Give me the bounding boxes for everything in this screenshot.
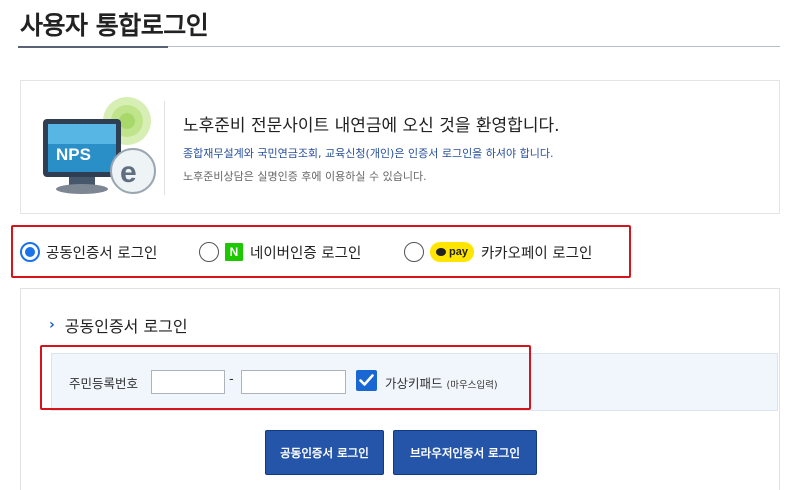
radio-button[interactable] xyxy=(404,242,424,262)
radio-button-checked[interactable] xyxy=(20,242,40,262)
welcome-notice: 종합재무설계와 국민연금조회, 교육신청(개인)은 인증서 로그인을 하셔야 합… xyxy=(183,147,554,160)
page-title: 사용자 통합로그인 xyxy=(20,11,209,40)
speech-bubble-icon xyxy=(436,248,446,256)
nps-logo-text: NPS xyxy=(56,145,91,164)
welcome-divider xyxy=(164,101,165,195)
section-title: 공동인증서 로그인 xyxy=(64,317,188,336)
welcome-box: NPS e 노후준비 전문사이트 내연금에 오신 것을 환영합니다. 종합재무설… xyxy=(20,80,780,214)
radio-cert-label: 공동인증서 로그인 xyxy=(46,245,158,262)
radio-naver-login[interactable]: N 네이버인증 로그인 xyxy=(199,241,361,263)
chevron-right-icon: › xyxy=(49,317,55,333)
cert-login-button[interactable]: 공동인증서 로그인 xyxy=(265,430,384,475)
kakao-pay-text: pay xyxy=(449,246,468,258)
radio-kakao-label: 카카오페이 로그인 xyxy=(480,245,593,262)
rrn-highlight-frame xyxy=(40,345,531,410)
login-method-selector: 공동인증서 로그인 N 네이버인증 로그인 pay 카카오페이 로그인 xyxy=(11,225,631,278)
nps-monitor-logo-icon: NPS e xyxy=(43,97,156,194)
radio-naver-label: 네이버인증 로그인 xyxy=(250,245,362,262)
title-divider-accent xyxy=(18,46,168,48)
radio-kakao-login[interactable]: pay 카카오페이 로그인 xyxy=(404,241,592,263)
naver-icon: N xyxy=(225,243,243,261)
welcome-subtext: 노후준비상담은 실명인증 후에 이용하실 수 있습니다. xyxy=(183,170,427,183)
kakao-pay-icon: pay xyxy=(430,242,474,262)
radio-button[interactable] xyxy=(199,242,219,262)
radio-cert-login[interactable]: 공동인증서 로그인 xyxy=(20,241,157,263)
svg-text:e: e xyxy=(120,156,137,189)
welcome-headline: 노후준비 전문사이트 내연금에 오신 것을 환영합니다. xyxy=(183,116,560,136)
section-header: › 공동인증서 로그인 xyxy=(49,313,188,337)
browser-cert-login-button[interactable]: 브라우저인증서 로그인 xyxy=(393,430,537,475)
